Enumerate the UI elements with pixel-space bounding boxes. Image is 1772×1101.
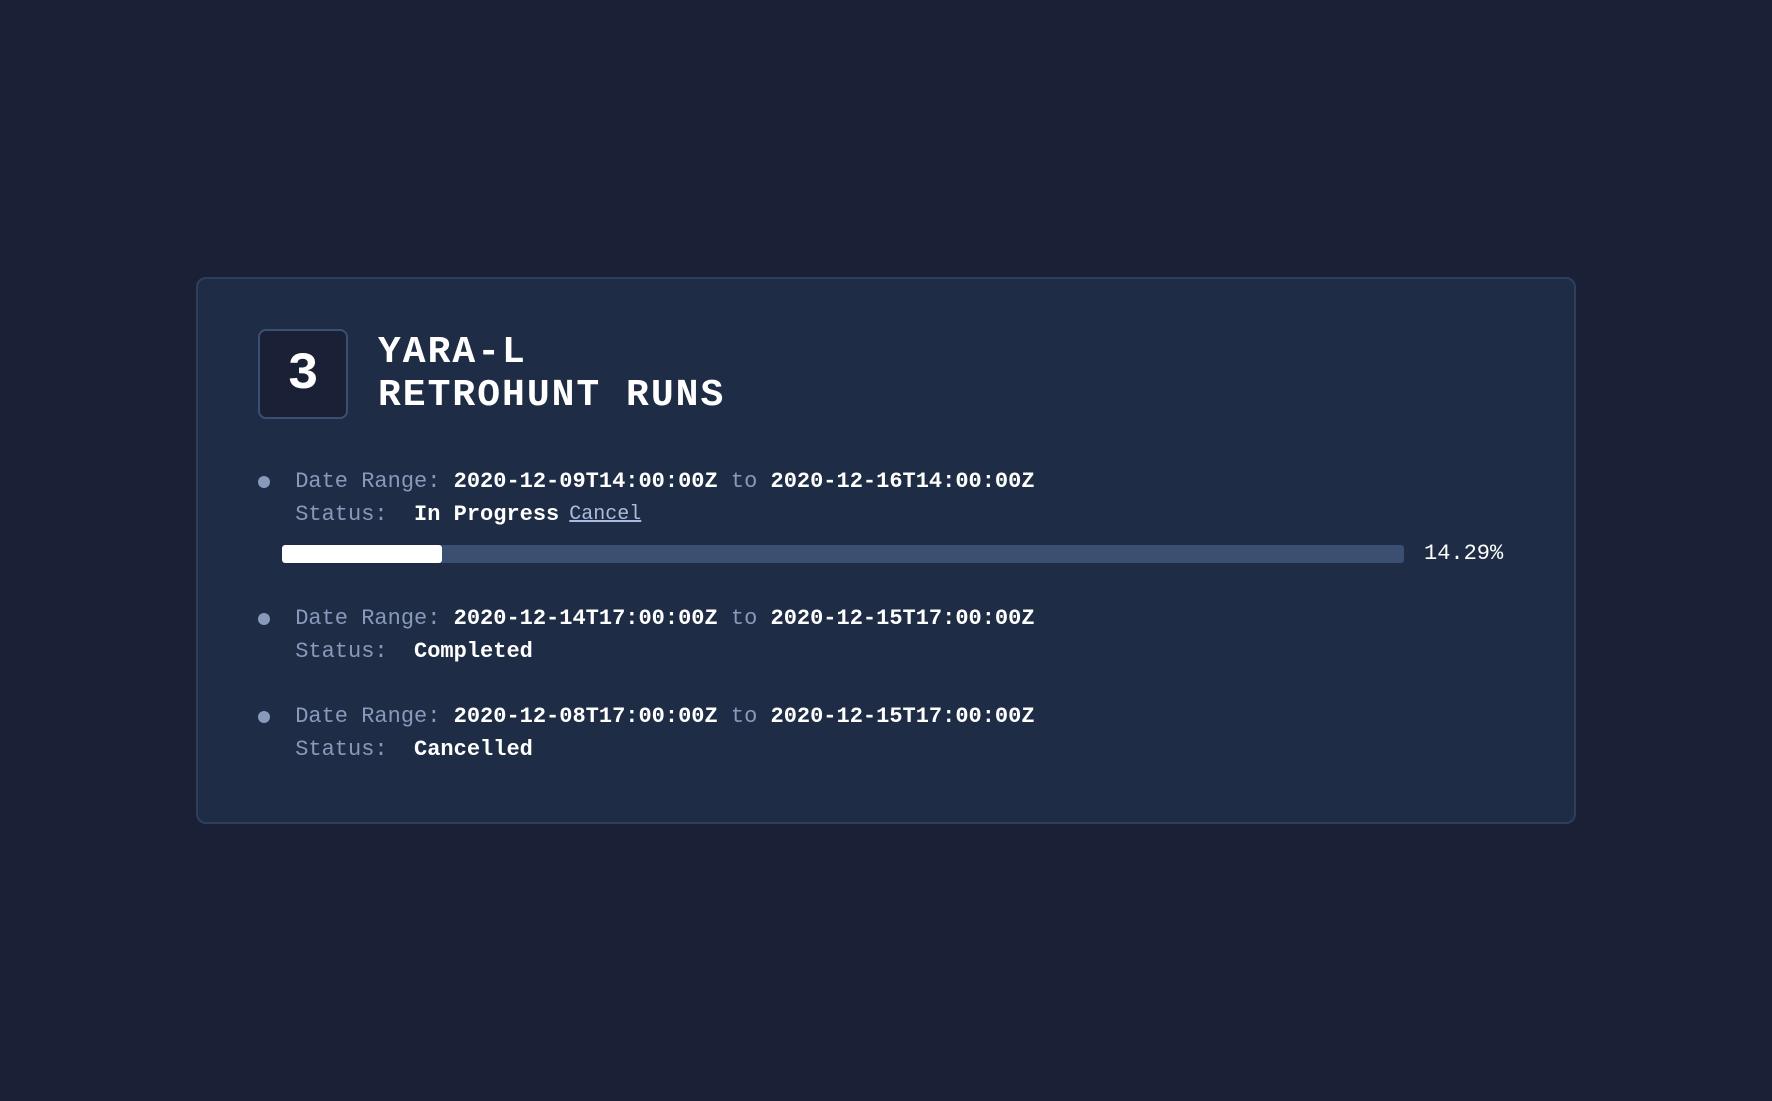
run-3-date-end: 2020-12-15T17:00:00Z (771, 704, 1035, 729)
run-3-date-start: 2020-12-08T17:00:00Z (454, 704, 718, 729)
run-2-status-line: Status: Completed (258, 639, 1514, 664)
run-2-status-value: Completed (414, 639, 533, 664)
runs-list: Date Range: 2020-12-09T14:00:00Z to 2020… (258, 469, 1514, 762)
run-1-progress-text: 14.29% (1424, 541, 1514, 566)
card-header: 3 YARA-L RETROHUNT RUNS (258, 329, 1514, 419)
title-line2: RETROHUNT RUNS (378, 374, 725, 417)
run-3-date-range-line: Date Range: 2020-12-08T17:00:00Z to 2020… (258, 704, 1514, 729)
title-line1: YARA-L (378, 331, 725, 374)
run-1-status-label: Status: (282, 502, 414, 527)
run-1-date-range-line: Date Range: 2020-12-09T14:00:00Z to 2020… (258, 469, 1514, 494)
run-3-date-label: Date Range: (282, 704, 454, 729)
retrohunt-card: 3 YARA-L RETROHUNT RUNS Date Range: 2020… (196, 277, 1576, 824)
run-2-date-range-line: Date Range: 2020-12-14T17:00:00Z to 2020… (258, 606, 1514, 631)
run-item-3: Date Range: 2020-12-08T17:00:00Z to 2020… (258, 704, 1514, 762)
run-item-2: Date Range: 2020-12-14T17:00:00Z to 2020… (258, 606, 1514, 664)
run-1-progress-bar-bg (282, 545, 1404, 563)
run-1-date-start: 2020-12-09T14:00:00Z (454, 469, 718, 494)
run-2-status-label: Status: (282, 639, 414, 664)
run-1-status-value: In Progress (414, 502, 559, 527)
run-3-status-line: Status: Cancelled (258, 737, 1514, 762)
run-1-bullet (258, 476, 270, 488)
run-3-status-value: Cancelled (414, 737, 533, 762)
run-1-progress-container: 14.29% (258, 541, 1514, 566)
title-block: YARA-L RETROHUNT RUNS (378, 331, 725, 417)
run-3-bullet (258, 711, 270, 723)
run-2-date-start: 2020-12-14T17:00:00Z (454, 606, 718, 631)
run-2-date-end: 2020-12-15T17:00:00Z (771, 606, 1035, 631)
run-1-date-label: Date Range: (282, 469, 454, 494)
badge-number: 3 (287, 345, 318, 404)
run-3-date-connector: to (718, 704, 771, 729)
run-2-date-label: Date Range: (282, 606, 454, 631)
run-1-progress-bar-fill (282, 545, 442, 563)
run-item-1: Date Range: 2020-12-09T14:00:00Z to 2020… (258, 469, 1514, 566)
run-1-cancel-button[interactable]: Cancel (569, 503, 641, 526)
run-1-status-line: Status: In Progress Cancel (258, 502, 1514, 527)
run-1-date-connector: to (718, 469, 771, 494)
run-1-date-end: 2020-12-16T14:00:00Z (771, 469, 1035, 494)
run-2-bullet (258, 613, 270, 625)
number-badge: 3 (258, 329, 348, 419)
run-2-date-connector: to (718, 606, 771, 631)
run-3-status-label: Status: (282, 737, 414, 762)
